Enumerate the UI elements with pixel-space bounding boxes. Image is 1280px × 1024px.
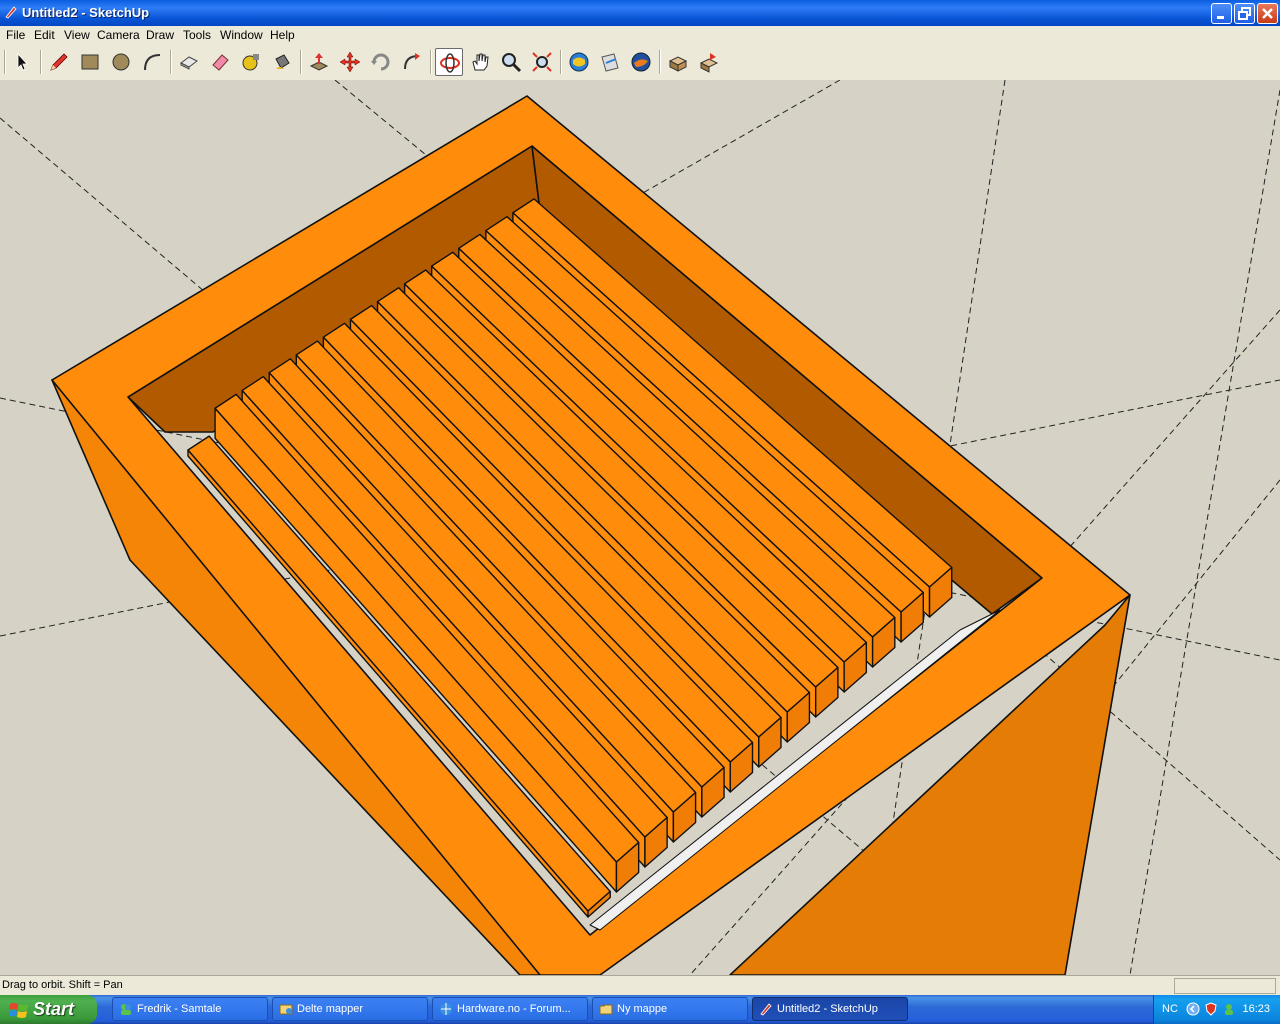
toolbar [0, 44, 1280, 81]
share-model-icon[interactable] [596, 48, 624, 76]
menu-help[interactable]: Help [270, 27, 295, 43]
task-hardware-forum[interactable]: Hardware.no - Forum... [432, 997, 588, 1021]
toolbar-separator [430, 50, 432, 74]
pan-tool-icon[interactable] [466, 48, 494, 76]
menu-file[interactable]: File [6, 27, 25, 43]
task-label: Fredrik - Samtale [137, 1003, 222, 1015]
follow-me-icon[interactable] [398, 48, 426, 76]
model-scene [0, 80, 1280, 975]
zoom-tool-icon[interactable] [497, 48, 525, 76]
status-text: Drag to orbit. Shift = Pan [2, 979, 123, 991]
sketchup-app-icon [760, 1003, 772, 1016]
clock: 16:23 [1242, 1003, 1270, 1015]
task-ny-mappe[interactable]: Ny mappe [592, 997, 748, 1021]
paint-bucket-icon[interactable] [268, 48, 296, 76]
share-component-icon[interactable] [695, 48, 723, 76]
toolbar-separator [4, 50, 6, 74]
menu-view[interactable]: View [64, 27, 90, 43]
close-button[interactable] [1257, 3, 1278, 24]
sketchup-app-icon [5, 6, 17, 19]
push-pull-icon[interactable] [305, 48, 333, 76]
menu-tools[interactable]: Tools [183, 27, 211, 43]
menu-draw[interactable]: Draw [146, 27, 174, 43]
taskbar: Start Fredrik - Samtale Delte mapper Har… [0, 995, 1280, 1024]
model-viewport[interactable] [0, 80, 1280, 975]
folder-icon [599, 1004, 613, 1015]
menu-bar: File Edit View Camera Draw Tools Window … [0, 26, 1280, 44]
task-label: Untitled2 - SketchUp [777, 1003, 878, 1015]
measurements-box[interactable] [1174, 978, 1276, 994]
task-sketchup[interactable]: Untitled2 - SketchUp [752, 997, 908, 1021]
orbit-tool-icon[interactable] [435, 48, 463, 76]
tray-expand-icon[interactable] [1186, 1002, 1200, 1016]
toolbar-separator [40, 50, 42, 74]
select-tool-icon[interactable] [8, 48, 36, 76]
move-tool-icon[interactable] [336, 48, 364, 76]
task-label: Hardware.no - Forum... [457, 1003, 571, 1015]
tape-measure-icon[interactable] [237, 48, 265, 76]
toolbar-separator [300, 50, 302, 74]
security-shield-icon[interactable] [1204, 1002, 1218, 1016]
messenger-icon [121, 1004, 131, 1015]
rotate-tool-icon[interactable] [367, 48, 395, 76]
component-window-icon[interactable] [664, 48, 692, 76]
task-delte-mapper[interactable]: Delte mapper [272, 997, 428, 1021]
status-bar: Drag to orbit. Shift = Pan [0, 975, 1280, 996]
make-component-icon[interactable] [175, 48, 203, 76]
window-title: Untitled2 - SketchUp [22, 5, 150, 20]
toolbar-separator [170, 50, 172, 74]
menu-edit[interactable]: Edit [34, 27, 55, 43]
google-earth-icon[interactable] [627, 48, 655, 76]
start-label: Start [33, 999, 75, 1019]
menu-window[interactable]: Window [220, 27, 263, 43]
start-button[interactable]: Start [0, 995, 97, 1024]
toolbar-separator [659, 50, 661, 74]
eraser-tool-icon[interactable] [206, 48, 234, 76]
task-label: Ny mappe [617, 1003, 668, 1015]
rectangle-tool-icon[interactable] [76, 48, 104, 76]
shared-folders-icon [279, 1004, 293, 1015]
circle-tool-icon[interactable] [107, 48, 135, 76]
language-indicator[interactable]: NC [1162, 1003, 1178, 1015]
task-label: Delte mapper [297, 1003, 364, 1015]
toolbar-separator [560, 50, 562, 74]
task-fredrik-samtale[interactable]: Fredrik - Samtale [112, 997, 268, 1021]
messenger-tray-icon[interactable] [1222, 1002, 1236, 1016]
restore-button[interactable] [1234, 3, 1255, 24]
pencil-tool-icon[interactable] [45, 48, 73, 76]
zoom-extents-icon[interactable] [528, 48, 556, 76]
windows-flag-icon [9, 1003, 28, 1018]
get-models-icon[interactable] [565, 48, 593, 76]
browser-icon [440, 1003, 452, 1015]
title-bar[interactable]: Untitled2 - SketchUp [0, 0, 1280, 26]
minimize-button[interactable] [1211, 3, 1232, 24]
menu-camera[interactable]: Camera [97, 27, 140, 43]
system-tray: NC 16:23 [1153, 995, 1280, 1024]
arc-tool-icon[interactable] [138, 48, 166, 76]
